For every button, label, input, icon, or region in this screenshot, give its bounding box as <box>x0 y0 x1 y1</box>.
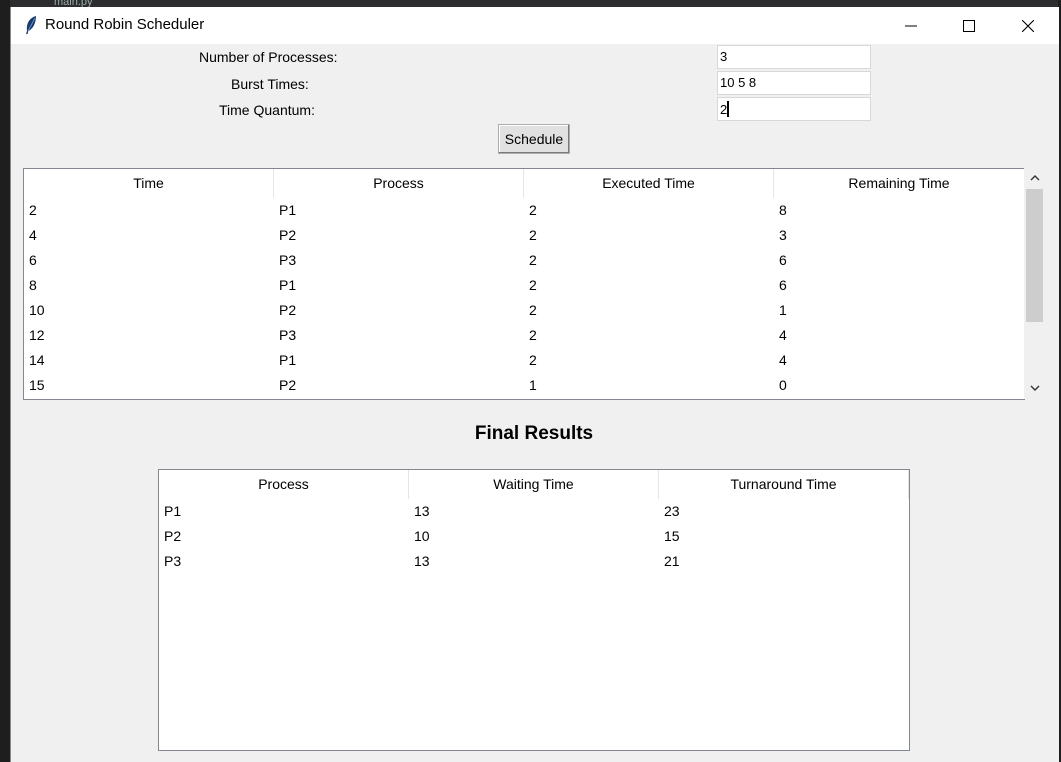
cell-remaining: 4 <box>779 327 787 343</box>
background-editor-tab: main.py <box>54 0 93 7</box>
timeline-header-process[interactable]: Process <box>274 169 524 198</box>
maximize-button[interactable] <box>946 7 992 44</box>
cell-executed: 2 <box>529 352 537 368</box>
cell-process: P1 <box>279 202 297 218</box>
cell-remaining: 0 <box>779 377 787 393</box>
results-body: P1 13 23 P2 10 15 P3 13 21 <box>159 499 909 574</box>
cell-remaining: 1 <box>779 302 787 318</box>
minimize-icon <box>905 25 917 26</box>
table-row[interactable]: 6 P3 2 6 <box>24 248 1024 273</box>
table-row[interactable]: 12 P3 2 4 <box>24 323 1024 348</box>
num-processes-value: 3 <box>720 49 728 64</box>
burst-times-input[interactable]: 10 5 8 <box>717 71 871 95</box>
cell-process: P2 <box>279 377 297 393</box>
background-editor-sidebar <box>0 0 10 762</box>
cell-remaining: 6 <box>779 252 787 268</box>
timeline-body: 2 P1 2 8 4 P2 2 3 6 P3 2 6 8 P1 2 6 10 P… <box>24 198 1024 398</box>
burst-times-label: Burst Times: <box>231 76 309 92</box>
num-processes-label: Number of Processes: <box>199 49 338 65</box>
scroll-up-button[interactable] <box>1024 167 1046 189</box>
timeline-header-remaining[interactable]: Remaining Time <box>774 169 1024 198</box>
table-row[interactable]: 10 P2 2 1 <box>24 298 1024 323</box>
cell-waiting: 13 <box>414 503 430 519</box>
app-window: Round Robin Scheduler Number of Processe… <box>10 7 1059 762</box>
cell-executed: 2 <box>529 202 537 218</box>
cell-turnaround: 15 <box>664 528 680 544</box>
results-table[interactable]: Process Waiting Time Turnaround Time P1 … <box>158 469 910 751</box>
cell-executed: 2 <box>529 327 537 343</box>
results-header-process[interactable]: Process <box>159 470 409 499</box>
cell-remaining: 8 <box>779 202 787 218</box>
cell-time: 6 <box>29 252 37 268</box>
cell-waiting: 13 <box>414 553 430 569</box>
results-header: Process Waiting Time Turnaround Time <box>159 470 909 499</box>
num-processes-input[interactable]: 3 <box>717 45 871 69</box>
cell-remaining: 6 <box>779 277 787 293</box>
maximize-icon <box>963 19 975 32</box>
timeline-header-time[interactable]: Time <box>24 169 274 198</box>
cell-time: 15 <box>29 377 45 393</box>
window-title: Round Robin Scheduler <box>45 16 205 33</box>
cell-process: P1 <box>279 277 297 293</box>
cell-executed: 2 <box>529 227 537 243</box>
time-quantum-label: Time Quantum: <box>219 102 315 118</box>
table-row[interactable]: P1 13 23 <box>159 499 909 524</box>
table-row[interactable]: 2 P1 2 8 <box>24 198 1024 223</box>
cell-process: P2 <box>279 302 297 318</box>
table-row[interactable]: P2 10 15 <box>159 524 909 549</box>
chevron-up-icon <box>1030 175 1040 181</box>
cell-turnaround: 23 <box>664 503 680 519</box>
results-header-waiting[interactable]: Waiting Time <box>409 470 659 499</box>
cell-executed: 1 <box>529 377 537 393</box>
cell-time: 14 <box>29 352 45 368</box>
cell-waiting: 10 <box>414 528 430 544</box>
minimize-button[interactable] <box>888 7 934 44</box>
cell-executed: 2 <box>529 252 537 268</box>
table-row[interactable]: 4 P2 2 3 <box>24 223 1024 248</box>
table-row[interactable]: 15 P2 1 0 <box>24 373 1024 398</box>
cell-remaining: 3 <box>779 227 787 243</box>
feather-icon <box>23 15 39 35</box>
cell-process: P1 <box>279 352 297 368</box>
close-button[interactable] <box>1005 7 1051 44</box>
timeline-scrollbar[interactable] <box>1024 167 1046 399</box>
table-row[interactable]: P3 13 21 <box>159 549 909 574</box>
cell-turnaround: 21 <box>664 553 680 569</box>
results-header-turnaround[interactable]: Turnaround Time <box>659 470 909 499</box>
cell-time: 10 <box>29 302 45 318</box>
time-quantum-input[interactable]: 2 <box>717 97 871 121</box>
table-row[interactable]: 14 P1 2 4 <box>24 348 1024 373</box>
scroll-down-button[interactable] <box>1024 377 1046 399</box>
cell-time: 4 <box>29 227 37 243</box>
cell-process: P3 <box>279 252 297 268</box>
cell-remaining: 4 <box>779 352 787 368</box>
cell-process: P2 <box>164 528 182 544</box>
text-cursor <box>727 101 730 117</box>
table-row[interactable]: 8 P1 2 6 <box>24 273 1024 298</box>
cell-process: P3 <box>164 553 182 569</box>
background-editor-tabbar: main.py <box>0 0 1061 7</box>
title-bar[interactable]: Round Robin Scheduler <box>11 7 1059 44</box>
close-icon <box>1022 19 1034 32</box>
schedule-button[interactable]: Schedule <box>498 124 570 154</box>
cell-executed: 2 <box>529 302 537 318</box>
cell-process: P1 <box>164 503 182 519</box>
cell-process: P2 <box>279 227 297 243</box>
timeline-header-executed[interactable]: Executed Time <box>524 169 774 198</box>
timeline-header: Time Process Executed Time Remaining Tim… <box>24 169 1024 198</box>
scroll-thumb[interactable] <box>1026 189 1043 322</box>
timeline-table[interactable]: Time Process Executed Time Remaining Tim… <box>23 168 1025 400</box>
chevron-down-icon <box>1030 385 1040 391</box>
results-heading: Final Results <box>474 423 594 444</box>
cell-time: 12 <box>29 327 45 343</box>
time-quantum-value: 2 <box>720 102 728 117</box>
cell-process: P3 <box>279 327 297 343</box>
cell-executed: 2 <box>529 277 537 293</box>
cell-time: 2 <box>29 202 37 218</box>
burst-times-value: 10 5 8 <box>720 75 757 90</box>
cell-time: 8 <box>29 277 37 293</box>
